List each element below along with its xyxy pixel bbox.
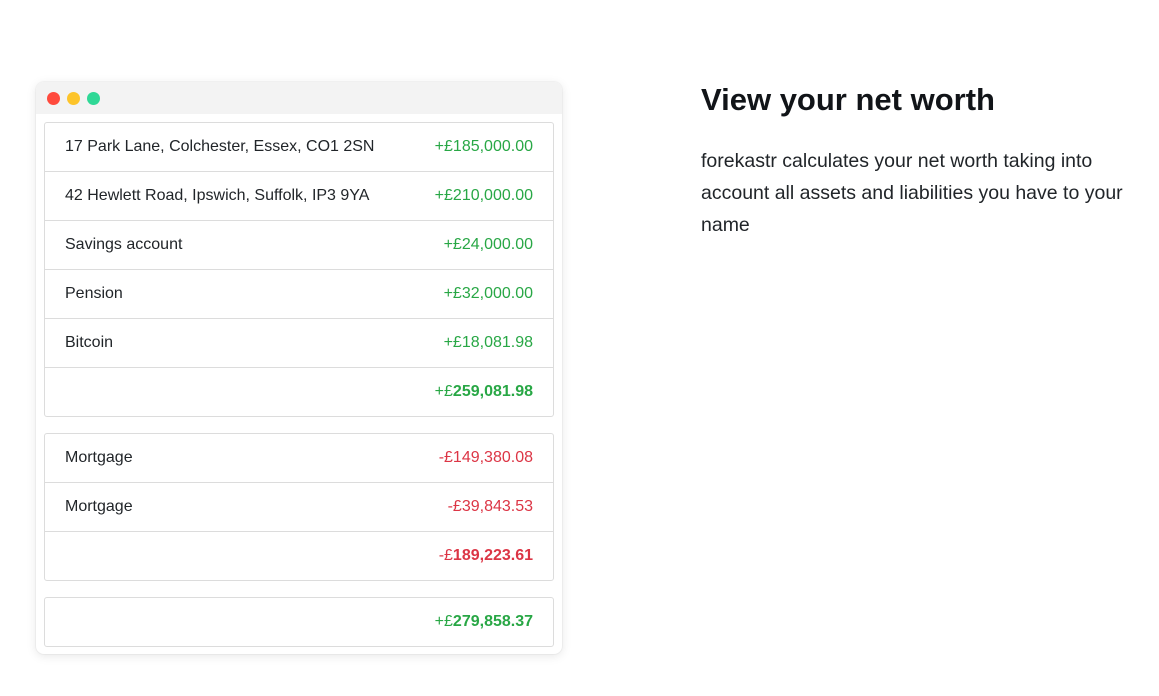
asset-row: Bitcoin +£18,081.98	[45, 318, 553, 367]
assets-total-row: +£259,081.98	[45, 367, 553, 416]
asset-label: Savings account	[65, 236, 183, 253]
liability-value: -£149,380.08	[438, 449, 533, 466]
window-titlebar	[36, 82, 562, 114]
asset-row: Pension +£32,000.00	[45, 269, 553, 318]
asset-label: Bitcoin	[65, 334, 114, 351]
liabilities-total-amount: 189,223.61	[452, 547, 533, 564]
assets-panel: 17 Park Lane, Colchester, Essex, CO1 2SN…	[44, 122, 554, 417]
asset-value: +£18,081.98	[443, 334, 533, 351]
liabilities-total: -£189,223.61	[439, 547, 533, 565]
liability-value: -£39,843.53	[447, 498, 533, 515]
assets-total: +£259,081.98	[435, 383, 533, 401]
asset-value: +£32,000.00	[443, 285, 533, 302]
net-worth-row: +£279,858.37	[45, 598, 553, 646]
asset-row: 17 Park Lane, Colchester, Essex, CO1 2SN…	[45, 123, 553, 171]
liabilities-total-row: -£189,223.61	[45, 531, 553, 580]
asset-value: +£185,000.00	[434, 138, 533, 155]
section-description: forekastr calculates your net worth taki…	[701, 150, 1123, 236]
liability-label: Mortgage	[65, 498, 133, 515]
minimize-dot-icon	[67, 91, 80, 105]
asset-row: Savings account +£24,000.00	[45, 220, 553, 269]
liabilities-panel: Mortgage -£149,380.08 Mortgage -£39,843.…	[44, 433, 554, 581]
assets-total-sign: +£	[434, 383, 453, 400]
maximize-dot-icon	[87, 91, 100, 105]
assets-total-amount: 259,081.98	[452, 383, 533, 400]
asset-value: +£24,000.00	[443, 236, 533, 253]
net-worth-total: +£279,858.37	[435, 613, 533, 631]
liability-row: Mortgage -£149,380.08	[45, 434, 553, 482]
info-section: View your net worth forekastr calculates…	[701, 80, 1141, 241]
window-content: 17 Park Lane, Colchester, Essex, CO1 2SN…	[36, 114, 562, 647]
net-worth-panel: +£279,858.37	[44, 597, 554, 647]
liability-row: Mortgage -£39,843.53	[45, 482, 553, 531]
asset-row: 42 Hewlett Road, Ipswich, Suffolk, IP3 9…	[45, 171, 553, 220]
net-worth-amount: 279,858.37	[452, 613, 533, 630]
asset-label: 17 Park Lane, Colchester, Essex, CO1 2SN	[65, 138, 375, 155]
asset-label: 42 Hewlett Road, Ipswich, Suffolk, IP3 9…	[65, 187, 370, 204]
liability-label: Mortgage	[65, 449, 133, 466]
close-dot-icon	[47, 91, 60, 105]
net-worth-sign: +£	[434, 613, 453, 630]
asset-label: Pension	[65, 285, 123, 302]
liabilities-total-sign: -£	[438, 547, 453, 564]
asset-value: +£210,000.00	[434, 187, 533, 204]
app-window-mockup: 17 Park Lane, Colchester, Essex, CO1 2SN…	[36, 82, 562, 654]
section-heading: View your net worth	[701, 82, 995, 117]
